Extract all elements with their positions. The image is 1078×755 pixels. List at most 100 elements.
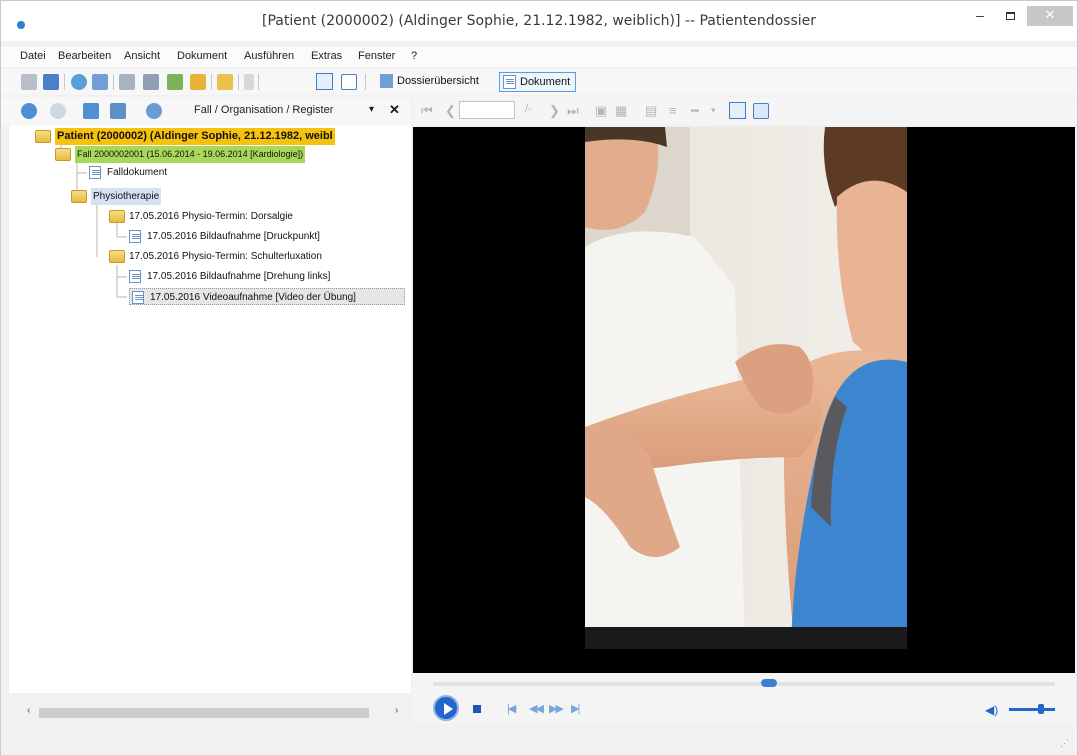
zoom-icon[interactable]: ▦	[615, 103, 627, 119]
previous-page-icon[interactable]: ❮	[445, 103, 456, 119]
status-bar: ⋰	[1, 727, 1077, 755]
tree-node-patient[interactable]: Patient (2000002) (Aldinger Sophie, 21.1…	[35, 128, 411, 145]
close-button[interactable]: ✕	[1027, 6, 1073, 26]
menu-extras[interactable]: Extras	[311, 50, 342, 62]
chevron-down-icon[interactable]: ▾	[711, 105, 716, 116]
tree-node-image-rotation[interactable]: 17.05.2016 Bildaufnahme [Drehung links]	[129, 268, 409, 285]
menu-ausfuehren[interactable]: Ausführen	[244, 50, 294, 62]
view-thumbnail-icon[interactable]	[753, 103, 769, 119]
hierarchy-icon[interactable]	[110, 103, 126, 119]
tree-horizontal-scrollbar[interactable]: ‹ ›	[23, 704, 403, 721]
maximize-button[interactable]	[997, 6, 1023, 26]
page-number-input[interactable]	[459, 101, 515, 119]
dossier-icon	[380, 74, 393, 88]
menu-ansicht[interactable]: Ansicht	[124, 50, 160, 62]
flash-icon[interactable]	[244, 74, 254, 90]
chevron-down-icon[interactable]: ▾	[369, 104, 374, 115]
skip-back-icon[interactable]: |◀	[507, 702, 516, 715]
menu-bar: Datei Bearbeiten Ansicht Dokument Ausfüh…	[1, 47, 1077, 67]
breadcrumb[interactable]: Fall / Organisation / Register	[194, 104, 333, 116]
tree-node-appointment-dorsalgia[interactable]: 17.05.2016 Physio-Termin: Dorsalgie	[109, 208, 399, 225]
volume-icon[interactable]: ◀)	[985, 703, 998, 717]
video-frame	[585, 127, 907, 649]
document-button[interactable]: Dokument	[499, 72, 577, 92]
title-bar: [Patient (2000002) (Aldinger Sophie, 21.…	[1, 1, 1077, 41]
dossier-tree: Patient (2000002) (Aldinger Sophie, 21.1…	[9, 125, 411, 693]
view-single-toggle[interactable]	[729, 102, 746, 119]
document-label: Dokument	[520, 76, 571, 88]
appointment2-video-label: 17.05.2016 Videoaufnahme [Video der Übun…	[150, 292, 356, 303]
layout-split-toggle[interactable]	[316, 73, 333, 90]
up-icon[interactable]	[83, 103, 99, 119]
search-icon[interactable]	[146, 103, 162, 119]
appointment2-label: 17.05.2016 Physio-Termin: Schulterluxati…	[129, 251, 322, 262]
scrollbar-thumb[interactable]	[39, 708, 369, 718]
volume-knob[interactable]	[1038, 704, 1045, 714]
last-page-icon[interactable]: ⏭	[567, 103, 579, 119]
grid-icon[interactable]	[21, 74, 37, 90]
resize-grip-icon[interactable]: ⋰	[1060, 738, 1069, 749]
dossier-overview-button[interactable]: Dossierübersicht	[377, 72, 479, 92]
rewind-icon[interactable]: ◀◀	[529, 702, 544, 715]
back-icon[interactable]	[21, 103, 37, 119]
main-toolbar: Dossierübersicht Dokument	[1, 69, 1077, 95]
menu-dokument[interactable]: Dokument	[177, 50, 227, 62]
layout-single-icon[interactable]	[341, 74, 357, 90]
edit-document-icon[interactable]	[143, 74, 159, 90]
print-icon[interactable]	[43, 74, 59, 90]
case-folder-icon	[55, 148, 71, 161]
tree-node-case[interactable]: Fall 2000002001 (15.06.2014 - 19.06.2014…	[55, 146, 405, 163]
note-icon[interactable]	[217, 74, 233, 90]
tree-node-appointment-shoulder[interactable]: 17.05.2016 Physio-Termin: Schulterluxati…	[109, 248, 399, 265]
toolbar-separator	[258, 74, 259, 90]
fast-forward-icon[interactable]: ▶▶	[549, 702, 564, 715]
appointment-folder-icon	[109, 210, 125, 223]
document-icon	[129, 230, 141, 243]
toolbar-separator	[238, 74, 239, 90]
first-page-icon[interactable]: ⏮	[421, 103, 433, 119]
appointment2-image-label: 17.05.2016 Bildaufnahme [Drehung links]	[147, 271, 331, 282]
line-tool-icon[interactable]: ━	[691, 103, 699, 119]
next-page-icon[interactable]: ❯	[549, 103, 560, 119]
tree-node-case-document[interactable]: Falldokument	[89, 164, 309, 181]
appointment1-image-label: 17.05.2016 Bildaufnahme [Druckpunkt]	[147, 231, 320, 242]
seek-knob[interactable]	[760, 679, 777, 687]
toolbar-separator	[365, 74, 366, 90]
patient-label: Patient (2000002) (Aldinger Sophie, 21.1…	[55, 128, 335, 145]
seek-bar[interactable]	[433, 679, 1055, 687]
forward-icon[interactable]	[50, 103, 66, 119]
star-icon[interactable]	[190, 74, 206, 90]
scroll-left-icon[interactable]: ‹	[27, 705, 30, 716]
image-icon[interactable]	[92, 74, 108, 90]
page-count: /-	[525, 103, 532, 115]
minimize-button[interactable]: –	[967, 6, 993, 26]
toolbar-separator	[113, 74, 114, 90]
play-button[interactable]	[433, 695, 459, 721]
toolbar-separator	[211, 74, 212, 90]
print-icon[interactable]: ▤	[645, 103, 657, 119]
fit-page-icon[interactable]: ▣	[595, 103, 607, 119]
scroll-right-icon[interactable]: ›	[395, 705, 398, 716]
skip-forward-icon[interactable]: ▶|	[571, 702, 580, 715]
link-icon[interactable]	[71, 74, 87, 90]
volume-slider[interactable]	[1009, 708, 1055, 711]
appointment-folder-icon	[109, 250, 125, 263]
tree-node-image-pressure-point[interactable]: 17.05.2016 Bildaufnahme [Druckpunkt]	[129, 228, 409, 245]
player-controls: |◀ ◀◀ ▶▶ ▶| ◀)	[413, 673, 1075, 725]
menu-bearbeiten[interactable]: Bearbeiten	[58, 50, 111, 62]
document-icon	[503, 75, 516, 89]
document-list-icon[interactable]	[119, 74, 135, 90]
menu-datei[interactable]: Datei	[20, 50, 46, 62]
close-pane-icon[interactable]: ✕	[389, 102, 400, 118]
menu-help[interactable]: ?	[411, 50, 417, 62]
menu-fenster[interactable]: Fenster	[358, 50, 395, 62]
tree-navigation-bar: Fall / Organisation / Register ▾ ✕	[1, 97, 411, 125]
physio-label: Physiotherapie	[91, 188, 162, 205]
new-document-icon[interactable]	[167, 74, 183, 90]
case-document-label: Falldokument	[107, 167, 168, 178]
annotate-icon[interactable]: ≡	[669, 103, 677, 118]
tree-node-physiotherapy[interactable]: Physiotherapie	[71, 188, 271, 205]
stop-button[interactable]	[473, 705, 481, 713]
tree-node-video-selected[interactable]: 17.05.2016 Videoaufnahme [Video der Übun…	[129, 288, 405, 305]
case-label: Fall 2000002001 (15.06.2014 - 19.06.2014…	[75, 146, 306, 163]
